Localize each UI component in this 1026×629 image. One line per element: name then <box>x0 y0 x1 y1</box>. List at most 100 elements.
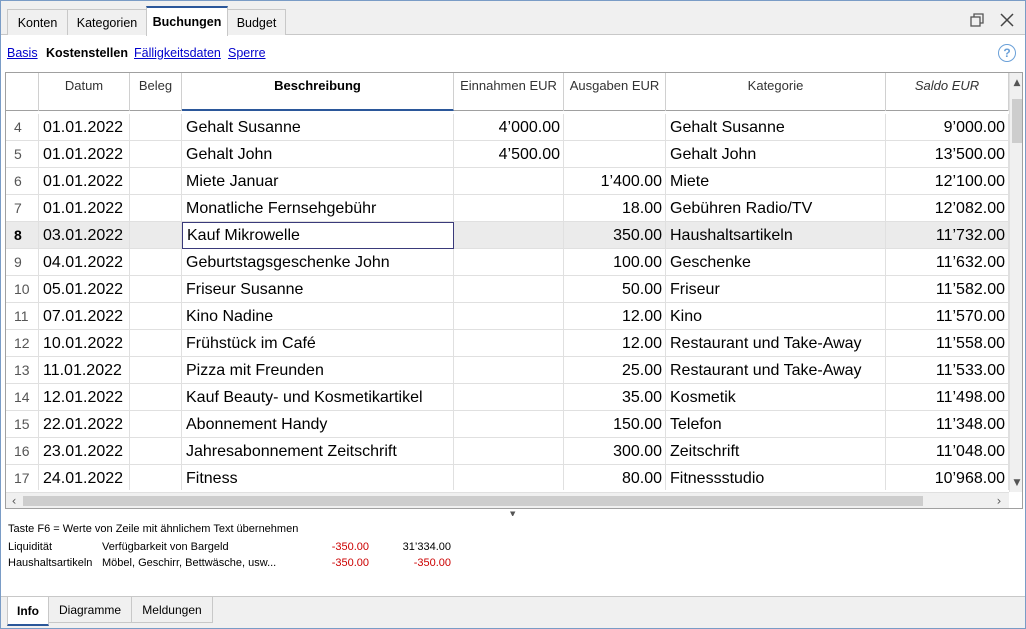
cell-beleg[interactable] <box>130 276 182 303</box>
row-number[interactable]: 16 <box>6 438 39 465</box>
cell-datum[interactable]: 24.01.2022 <box>39 465 130 490</box>
cell-beleg[interactable] <box>130 438 182 465</box>
tab-meldungen[interactable]: Meldungen <box>131 597 213 623</box>
cell-kategorie[interactable]: Zeitschrift <box>666 438 886 465</box>
cell-beleg[interactable] <box>130 195 182 222</box>
row-number[interactable]: 6 <box>6 168 39 195</box>
row-number[interactable]: 15 <box>6 411 39 438</box>
table-row[interactable]: 7 01.01.2022 Monatliche Fernsehgebühr 18.00… <box>6 195 1009 222</box>
scroll-down-arrow-icon[interactable]: ▼ <box>1010 475 1022 491</box>
row-number[interactable]: 17 <box>6 465 39 490</box>
cell-beschreibung[interactable]: Frühstück im Café <box>182 330 454 357</box>
scroll-left-arrow-icon[interactable]: ‹ <box>6 493 22 508</box>
row-number[interactable]: 12 <box>6 330 39 357</box>
cell-datum[interactable]: 01.01.2022 <box>39 195 130 222</box>
cell-kategorie[interactable]: Fitnessstudio <box>666 465 886 490</box>
column-header-datum[interactable]: Datum <box>39 73 130 111</box>
row-number[interactable]: 10 <box>6 276 39 303</box>
cell-einnahmen[interactable] <box>454 438 564 465</box>
cell-beschreibung[interactable]: Miete Januar <box>182 168 454 195</box>
scroll-right-arrow-icon[interactable]: › <box>991 493 1007 508</box>
cell-datum[interactable]: 12.01.2022 <box>39 384 130 411</box>
column-header-einnahmen[interactable]: Einnahmen EUR <box>454 73 564 111</box>
cell-ausgaben[interactable]: 350.00 <box>564 222 666 249</box>
row-number[interactable]: 11 <box>6 303 39 330</box>
table-row[interactable]: 8 03.01.2022 Kauf Mikrowelle 350.00 Haushalt… <box>6 222 1009 249</box>
cell-datum[interactable]: 01.01.2022 <box>39 141 130 168</box>
row-number[interactable]: 13 <box>6 357 39 384</box>
cell-saldo[interactable]: 11’533.00 <box>886 357 1009 384</box>
help-icon[interactable]: ? <box>998 44 1016 62</box>
cell-saldo[interactable]: 11’632.00 <box>886 249 1009 276</box>
view-link-sperre[interactable]: Sperre <box>228 46 266 60</box>
cell-ausgaben[interactable]: 300.00 <box>564 438 666 465</box>
row-number[interactable]: 8 <box>6 222 39 249</box>
cell-beleg[interactable] <box>130 330 182 357</box>
row-number[interactable]: 4 <box>6 114 39 141</box>
cell-datum[interactable]: 10.01.2022 <box>39 330 130 357</box>
cell-saldo[interactable]: 11’732.00 <box>886 222 1009 249</box>
cell-kategorie[interactable]: Gehalt John <box>666 141 886 168</box>
horizontal-scroll-thumb[interactable] <box>23 496 923 506</box>
cell-datum[interactable]: 04.01.2022 <box>39 249 130 276</box>
cell-beschreibung[interactable]: Abonnement Handy <box>182 411 454 438</box>
cell-ausgaben[interactable]: 100.00 <box>564 249 666 276</box>
cell-datum[interactable]: 05.01.2022 <box>39 276 130 303</box>
cell-ausgaben[interactable] <box>564 141 666 168</box>
cell-ausgaben[interactable]: 12.00 <box>564 330 666 357</box>
column-header-kategorie[interactable]: Kategorie <box>666 73 886 111</box>
column-header-ausgaben[interactable]: Ausgaben EUR <box>564 73 666 111</box>
tab-kategorien[interactable]: Kategorien <box>67 9 147 35</box>
table-row[interactable]: 10 05.01.2022 Friseur Susanne 50.00 Friseur 1… <box>6 276 1009 303</box>
table-row[interactable]: 11 07.01.2022 Kino Nadine 12.00 Kino 11’570.0… <box>6 303 1009 330</box>
cell-ausgaben[interactable]: 1’400.00 <box>564 168 666 195</box>
cell-saldo[interactable]: 11’570.00 <box>886 303 1009 330</box>
cell-beschreibung[interactable]: Geburtstagsgeschenke John <box>182 249 454 276</box>
column-header-beleg[interactable]: Beleg <box>130 73 182 111</box>
row-number[interactable]: 7 <box>6 195 39 222</box>
cell-einnahmen[interactable] <box>454 195 564 222</box>
table-row[interactable]: 17 24.01.2022 Fitness 80.00 Fitnessstudio 10’… <box>6 465 1009 490</box>
cell-ausgaben[interactable]: 50.00 <box>564 276 666 303</box>
cell-datum[interactable]: 23.01.2022 <box>39 438 130 465</box>
cell-beschreibung[interactable]: Fitness <box>182 465 454 490</box>
cell-beschreibung[interactable]: Gehalt Susanne <box>182 114 454 141</box>
cell-beschreibung[interactable]: Kauf Beauty- und Kosmetikartikel <box>182 384 454 411</box>
cell-ausgaben[interactable]: 18.00 <box>564 195 666 222</box>
cell-einnahmen[interactable] <box>454 303 564 330</box>
cell-ausgaben[interactable] <box>564 114 666 141</box>
table-row[interactable]: 13 11.01.2022 Pizza mit Freunden 25.00 Resta… <box>6 357 1009 384</box>
cell-beleg[interactable] <box>130 465 182 490</box>
tab-budget[interactable]: Budget <box>227 9 286 35</box>
cell-datum[interactable]: 01.01.2022 <box>39 168 130 195</box>
cell-saldo[interactable]: 13’500.00 <box>886 141 1009 168</box>
table-row[interactable]: 12 10.01.2022 Frühstück im Café 12.00 Restau… <box>6 330 1009 357</box>
cell-datum[interactable]: 11.01.2022 <box>39 357 130 384</box>
cell-kategorie[interactable]: Haushaltsartikeln <box>666 222 886 249</box>
cell-kategorie[interactable]: Restaurant und Take-Away <box>666 330 886 357</box>
cell-beleg[interactable] <box>130 303 182 330</box>
cell-beleg[interactable] <box>130 384 182 411</box>
cell-ausgaben[interactable]: 150.00 <box>564 411 666 438</box>
cell-kategorie[interactable]: Gebühren Radio/TV <box>666 195 886 222</box>
cell-beleg[interactable] <box>130 357 182 384</box>
scroll-up-arrow-icon[interactable]: ▲ <box>1010 75 1022 91</box>
cell-einnahmen[interactable]: 4’000.00 <box>454 114 564 141</box>
view-link-basis[interactable]: Basis <box>7 46 38 60</box>
cell-kategorie[interactable]: Gehalt Susanne <box>666 114 886 141</box>
column-header-beschreibung[interactable]: Beschreibung <box>182 73 454 111</box>
cell-beschreibung[interactable]: Friseur Susanne <box>182 276 454 303</box>
cell-kategorie[interactable]: Telefon <box>666 411 886 438</box>
cell-beleg[interactable] <box>130 249 182 276</box>
cell-beschreibung[interactable]: Jahresabonnement Zeitschrift <box>182 438 454 465</box>
cell-kategorie[interactable]: Kosmetik <box>666 384 886 411</box>
cell-beschreibung[interactable]: Pizza mit Freunden <box>182 357 454 384</box>
cell-ausgaben[interactable]: 80.00 <box>564 465 666 490</box>
cell-saldo[interactable]: 11’498.00 <box>886 384 1009 411</box>
cell-einnahmen[interactable] <box>454 357 564 384</box>
vertical-scroll-thumb[interactable] <box>1012 99 1022 143</box>
vertical-scrollbar[interactable]: ▲ ▼ <box>1009 73 1022 492</box>
cell-einnahmen[interactable] <box>454 465 564 490</box>
cell-saldo[interactable]: 11’558.00 <box>886 330 1009 357</box>
cell-kategorie[interactable]: Restaurant und Take-Away <box>666 357 886 384</box>
